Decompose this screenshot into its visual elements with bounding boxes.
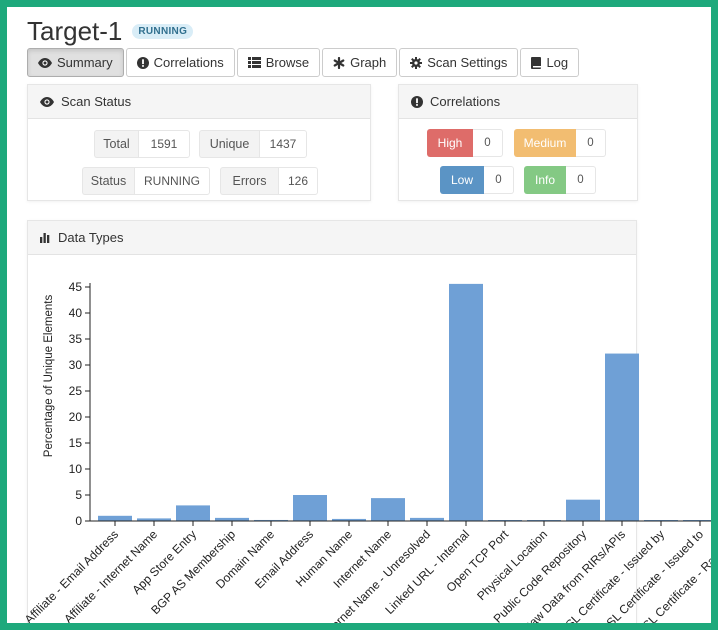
scan-summary-window: Target-1 RUNNING Summary Correlations Br… <box>7 7 711 623</box>
bar[interactable] <box>176 505 210 521</box>
y-tick-label: 35 <box>69 332 83 346</box>
bar[interactable] <box>98 515 132 521</box>
bar[interactable] <box>293 495 327 521</box>
y-tick-label: 45 <box>69 280 83 294</box>
y-tick-label: 15 <box>69 436 83 450</box>
y-tick-label: 40 <box>69 306 83 320</box>
y-tick-label: 25 <box>69 384 83 398</box>
x-tick-label: Physical Location <box>474 527 550 603</box>
y-tick-label: 20 <box>69 410 83 424</box>
y-tick-label: 10 <box>69 462 83 476</box>
bar[interactable] <box>566 499 600 521</box>
data-types-chart: 0 5 10 15 20 25 30 35 40 45 Percentage of Unique E… <box>22 280 711 623</box>
y-tick-label: 30 <box>69 358 83 372</box>
bar[interactable] <box>605 353 639 521</box>
bar[interactable] <box>371 498 405 521</box>
y-tick-label: 0 <box>75 514 82 528</box>
y-axis-label: Percentage of Unique Elements <box>43 295 55 458</box>
y-tick-label: 5 <box>75 488 82 502</box>
bar[interactable] <box>449 283 483 521</box>
